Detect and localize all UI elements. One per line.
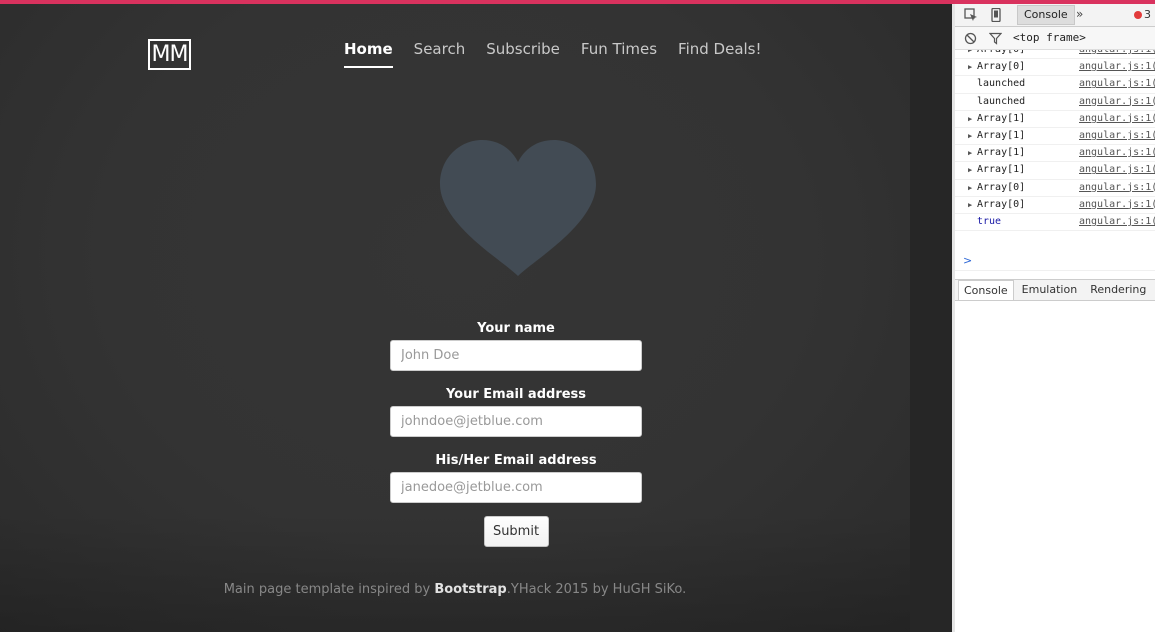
console-source-link[interactable]: angular.js:1( xyxy=(1079,94,1155,110)
console-source-link[interactable]: angular.js:1( xyxy=(1079,59,1155,75)
email-label: Your Email address xyxy=(445,387,587,402)
drawer-tab-console[interactable]: Console xyxy=(958,280,1014,300)
console-log-row: launched angular.js:1( xyxy=(955,76,1155,94)
nav-find-deals[interactable]: Find Deals! xyxy=(678,40,761,68)
heart-icon xyxy=(440,140,596,276)
console-message: Array[0] xyxy=(968,197,1025,213)
drawer-tab-emulation[interactable]: Emulation xyxy=(1017,280,1083,300)
console-log-row[interactable]: Array[0] angular.js:1( xyxy=(955,197,1155,214)
name-label: Your name xyxy=(477,321,555,336)
prompt-caret-icon: > xyxy=(963,254,973,267)
signup-form: Your name Your Email address His/Her Ema… xyxy=(390,317,642,547)
website-viewport: MM Home Search Subscribe Fun Times Find … xyxy=(0,4,910,632)
drawer-tab-rendering[interactable]: Rendering xyxy=(1085,280,1151,300)
console-message: Array[1] xyxy=(968,162,1025,178)
console-log: Array[0] angular.js:1( Array[0] angular.js:… xyxy=(955,50,1155,253)
console-prompt[interactable]: > xyxy=(955,253,1155,271)
partner-email-input[interactable] xyxy=(390,472,642,503)
console-source-link[interactable]: angular.js:1( xyxy=(1079,214,1155,230)
console-message: Array[0] xyxy=(968,180,1025,196)
console-log-row[interactable]: Array[0] angular.js:1( xyxy=(955,50,1155,60)
console-log-row[interactable]: Array[1] angular.js:1( xyxy=(955,145,1155,163)
footer-suffix: .YHack 2015 by HuGH SiKo. xyxy=(506,582,687,597)
console-message: Array[0] xyxy=(968,59,1025,75)
console-message: Array[1] xyxy=(968,128,1025,144)
console-log-row[interactable]: Array[1] angular.js:1( xyxy=(955,162,1155,180)
console-log-row[interactable]: Array[0] angular.js:1( xyxy=(955,59,1155,77)
error-count: 3 xyxy=(1144,8,1151,21)
partner-email-label: His/Her Email address xyxy=(435,453,597,468)
filter-icon[interactable] xyxy=(988,32,1002,46)
submit-button[interactable]: Submit xyxy=(483,516,549,547)
tab-console[interactable]: Console xyxy=(1017,5,1075,25)
console-log-row: launched angular.js:1( xyxy=(955,94,1155,111)
console-log-row: true angular.js:1( xyxy=(955,214,1155,232)
footer-prefix: Main page template inspired by xyxy=(223,582,435,597)
console-source-link[interactable]: angular.js:1( xyxy=(1079,128,1155,144)
frame-selector[interactable]: <top frame> xyxy=(1013,31,1086,44)
main-nav: Home Search Subscribe Fun Times Find Dea… xyxy=(344,40,762,68)
devtools-panel: Console » 3 <top frame> Array[0] angular.… xyxy=(952,4,1155,632)
console-message: Array[0] xyxy=(968,50,1025,58)
console-message: true xyxy=(977,215,1002,227)
console-message: launched xyxy=(977,78,1026,90)
nav-fun-times[interactable]: Fun Times xyxy=(581,40,657,68)
console-message: launched xyxy=(977,95,1026,107)
device-mode-icon[interactable] xyxy=(988,7,1004,24)
console-source-link[interactable]: angular.js:1( xyxy=(1079,180,1155,196)
devtools-toolbar: Console » 3 xyxy=(955,4,1155,27)
console-source-link[interactable]: angular.js:1( xyxy=(1079,76,1155,92)
console-log-row[interactable]: Array[1] angular.js:1( xyxy=(955,128,1155,146)
footer: Main page template inspired by Bootstrap… xyxy=(0,582,910,597)
console-message: Array[1] xyxy=(968,111,1025,127)
nav-home[interactable]: Home xyxy=(344,40,393,68)
error-icon xyxy=(1134,10,1142,19)
console-source-link[interactable]: angular.js:1( xyxy=(1079,162,1155,178)
site-logo[interactable]: MM xyxy=(148,39,191,70)
console-message: Array[1] xyxy=(968,145,1025,161)
console-log-row[interactable]: Array[1] angular.js:1( xyxy=(955,111,1155,128)
nav-subscribe[interactable]: Subscribe xyxy=(486,40,560,68)
drawer-tabs: Console Emulation Rendering xyxy=(955,279,1155,301)
console-filter-bar: <top frame> xyxy=(955,27,1155,50)
console-source-link[interactable]: angular.js:1( xyxy=(1079,111,1155,127)
error-counter[interactable]: 3 xyxy=(1134,8,1151,21)
email-input[interactable] xyxy=(390,406,642,437)
name-input[interactable] xyxy=(390,340,642,371)
drawer-gap xyxy=(955,271,1155,279)
page-gutter xyxy=(910,4,952,632)
console-source-link[interactable]: angular.js:1( xyxy=(1079,50,1155,58)
console-source-link[interactable]: angular.js:1( xyxy=(1079,197,1155,213)
nav-search[interactable]: Search xyxy=(414,40,466,68)
clear-console-icon[interactable] xyxy=(963,32,977,46)
inspect-element-icon[interactable] xyxy=(963,8,979,24)
footer-bootstrap-link[interactable]: Bootstrap xyxy=(434,582,506,597)
console-log-row[interactable]: Array[0] angular.js:1( xyxy=(955,180,1155,197)
console-source-link[interactable]: angular.js:1( xyxy=(1079,145,1155,161)
more-tabs-chevron-icon[interactable]: » xyxy=(1076,7,1083,21)
